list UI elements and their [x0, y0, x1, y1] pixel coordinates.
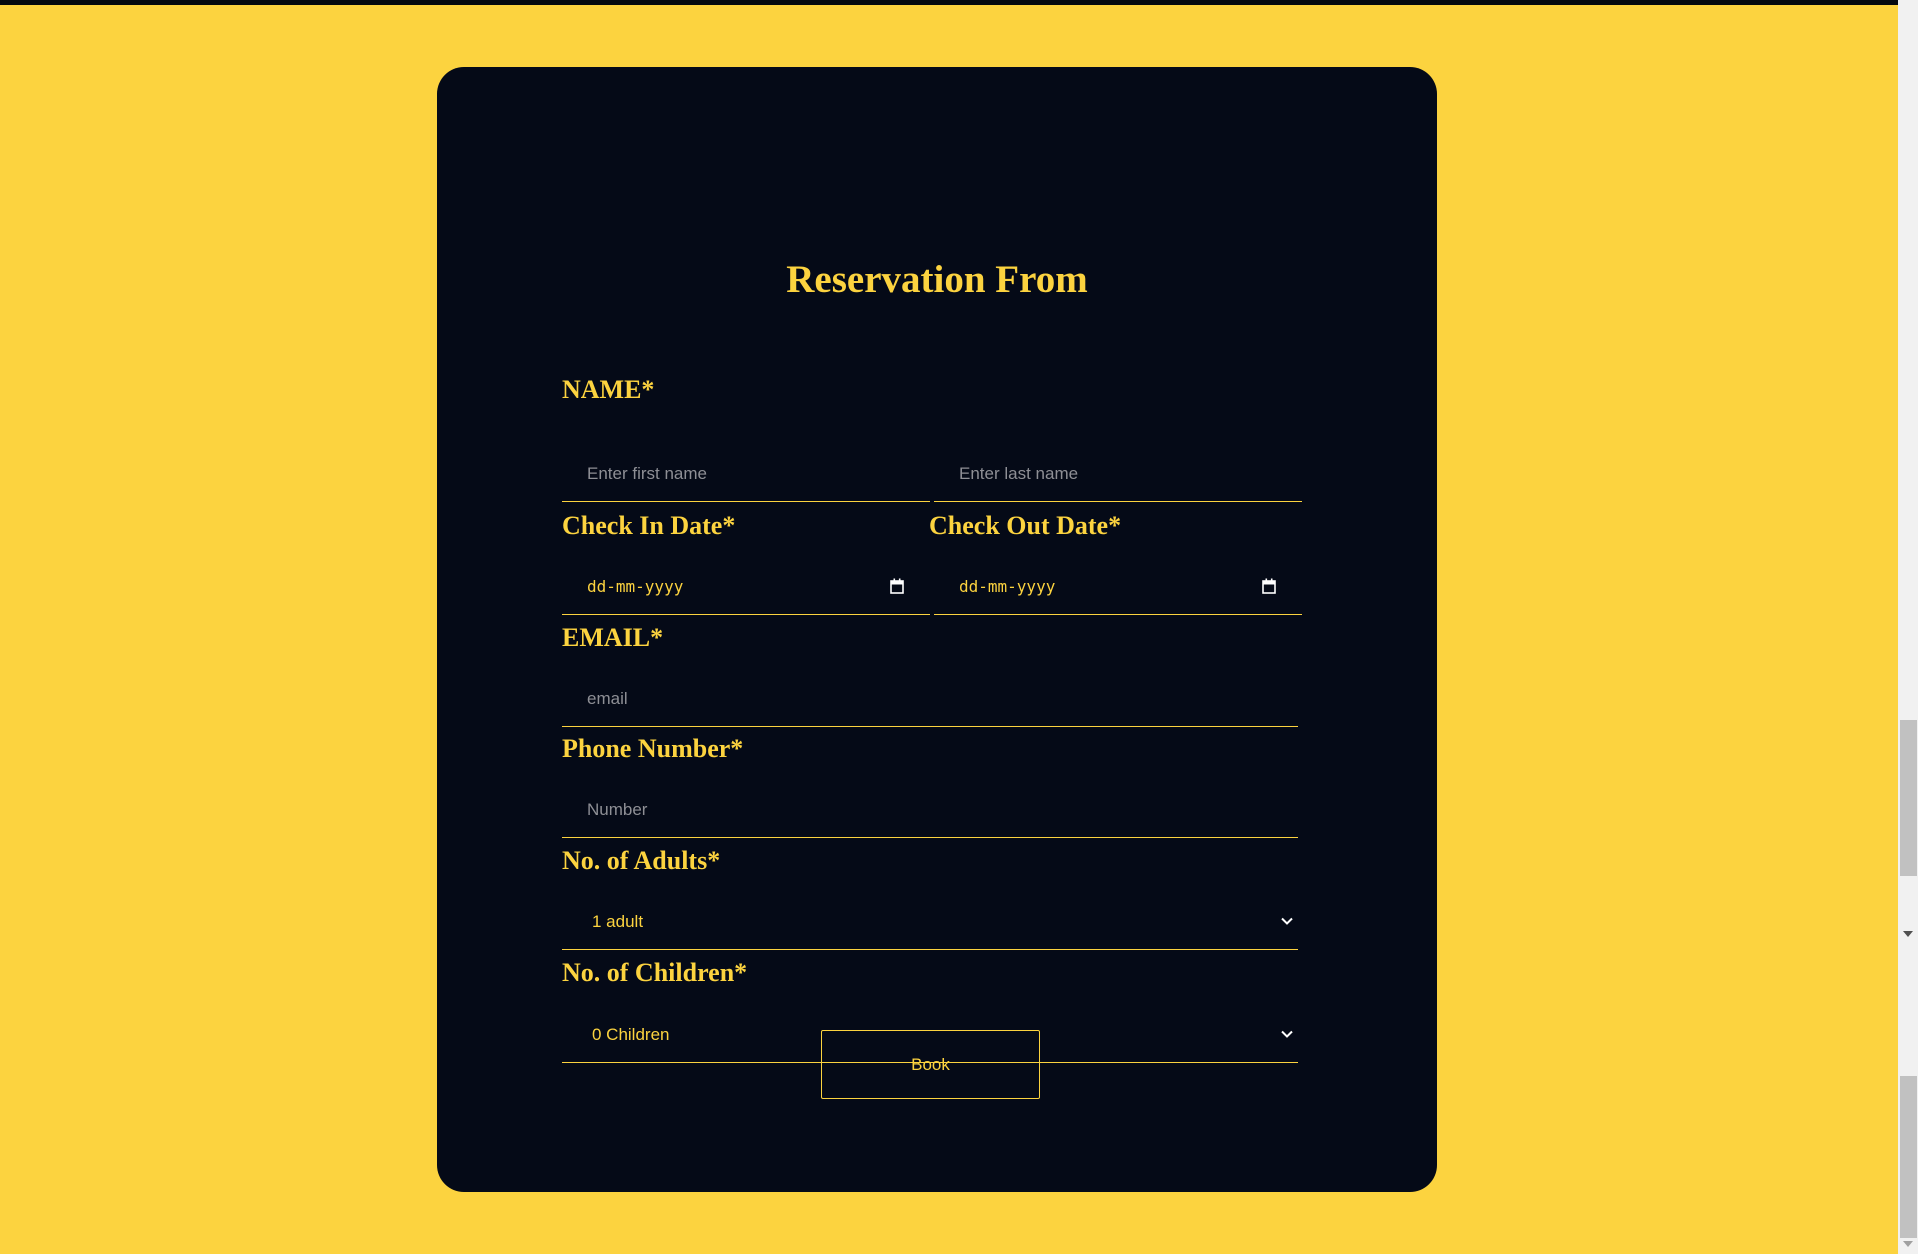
adults-label: No. of Adults*	[562, 846, 721, 875]
children-selected-value: 0 Children	[592, 1025, 670, 1044]
book-button[interactable]: Book	[821, 1030, 1040, 1099]
check-out-label: Check Out Date*	[929, 511, 1122, 540]
last-name-field	[934, 446, 1302, 502]
scrollbar-thumb-lower[interactable]	[1900, 1076, 1917, 1238]
calendar-icon[interactable]	[1262, 578, 1276, 594]
phone-input[interactable]	[562, 782, 1298, 837]
adults-select[interactable]: 1 adult	[562, 894, 1298, 950]
check-out-date-input[interactable]: dd-mm-yyyy	[934, 559, 1302, 615]
check-in-label: Check In Date*	[562, 511, 736, 540]
scroll-down-arrow-icon[interactable]	[1903, 930, 1913, 938]
top-strip	[0, 0, 1898, 5]
email-field	[562, 671, 1298, 727]
last-name-input[interactable]	[934, 446, 1302, 501]
first-name-field	[562, 446, 930, 502]
scroll-down-arrow-icon[interactable]	[1903, 1240, 1913, 1248]
phone-field	[562, 782, 1298, 838]
form-title: Reservation From	[786, 258, 1088, 301]
check-in-date-text: dd-mm-yyyy	[587, 577, 684, 596]
vertical-scrollbar[interactable]	[1898, 0, 1918, 1254]
adults-selected-value: 1 adult	[592, 912, 644, 931]
chevron-down-icon	[1281, 1030, 1293, 1038]
chevron-down-icon	[1281, 917, 1293, 925]
children-label: No. of Children*	[562, 958, 748, 987]
check-in-date-input[interactable]: dd-mm-yyyy	[562, 559, 930, 615]
phone-label: Phone Number*	[562, 734, 744, 763]
reservation-card: Reservation From NAME* Check In Date* Ch…	[437, 67, 1437, 1192]
first-name-input[interactable]	[562, 446, 930, 501]
name-label: NAME*	[562, 375, 655, 404]
scrollbar-thumb[interactable]	[1900, 720, 1917, 876]
email-input[interactable]	[562, 671, 1298, 726]
calendar-icon[interactable]	[890, 578, 904, 594]
email-label: EMAIL*	[562, 623, 664, 652]
check-out-date-text: dd-mm-yyyy	[959, 577, 1056, 596]
page: Reservation From NAME* Check In Date* Ch…	[0, 0, 1918, 1254]
